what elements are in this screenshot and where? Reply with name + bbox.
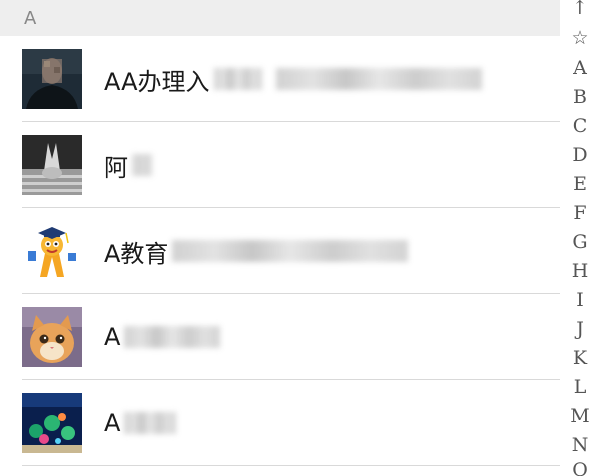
contact-name: A (104, 323, 121, 351)
contact-item[interactable]: A教育 (0, 208, 560, 294)
contact-item[interactable]: A (0, 294, 560, 380)
index-star-icon[interactable]: ☆ (560, 26, 600, 50)
redacted-text (132, 154, 152, 176)
redacted-text (213, 68, 262, 90)
index-letter-g[interactable]: G (560, 230, 600, 254)
index-letter-e[interactable]: E (560, 172, 600, 196)
alphabet-index-bar[interactable]: ↑ ☆ A B C D E F G H I J K L M N O (560, 0, 600, 476)
index-letter-i[interactable]: I (560, 288, 600, 312)
redacted-text (124, 326, 221, 348)
index-letter-a[interactable]: A (560, 56, 600, 80)
redacted-text (275, 68, 482, 90)
section-header: A (0, 0, 560, 36)
index-letter-n[interactable]: N (560, 433, 600, 457)
index-letter-l[interactable]: L (560, 375, 600, 399)
contact-item[interactable]: 阿 (0, 122, 560, 208)
index-letter-m[interactable]: M (560, 404, 600, 428)
aquarium-photo-avatar (22, 393, 82, 453)
contact-name: A教育 (104, 239, 169, 268)
index-letter-k[interactable]: K (560, 346, 600, 370)
redacted-text (172, 240, 409, 262)
car-emblem-avatar (22, 135, 82, 195)
cartoon-graduate-avatar (22, 221, 82, 281)
index-letter-f[interactable]: F (560, 201, 600, 225)
index-letter-h[interactable]: H (560, 259, 600, 283)
section-header-letter: A (24, 8, 37, 29)
contact-item[interactable]: AA办理入 (0, 36, 560, 122)
index-letter-d[interactable]: D (560, 143, 600, 167)
contact-item[interactable]: A (0, 380, 560, 466)
index-letter-j[interactable]: J (560, 317, 600, 341)
index-letter-c[interactable]: C (560, 114, 600, 138)
contact-name: 阿 (104, 153, 128, 182)
cat-photo-avatar (22, 307, 82, 367)
person-photo-avatar (22, 49, 82, 109)
index-letter-o[interactable]: O (560, 458, 600, 476)
divider (22, 465, 560, 466)
contact-name: A (104, 409, 121, 437)
redacted-text (124, 412, 177, 434)
contact-name: AA办理入 (104, 67, 210, 96)
index-letter-b[interactable]: B (560, 85, 600, 109)
index-up-arrow-icon[interactable]: ↑ (560, 0, 600, 20)
